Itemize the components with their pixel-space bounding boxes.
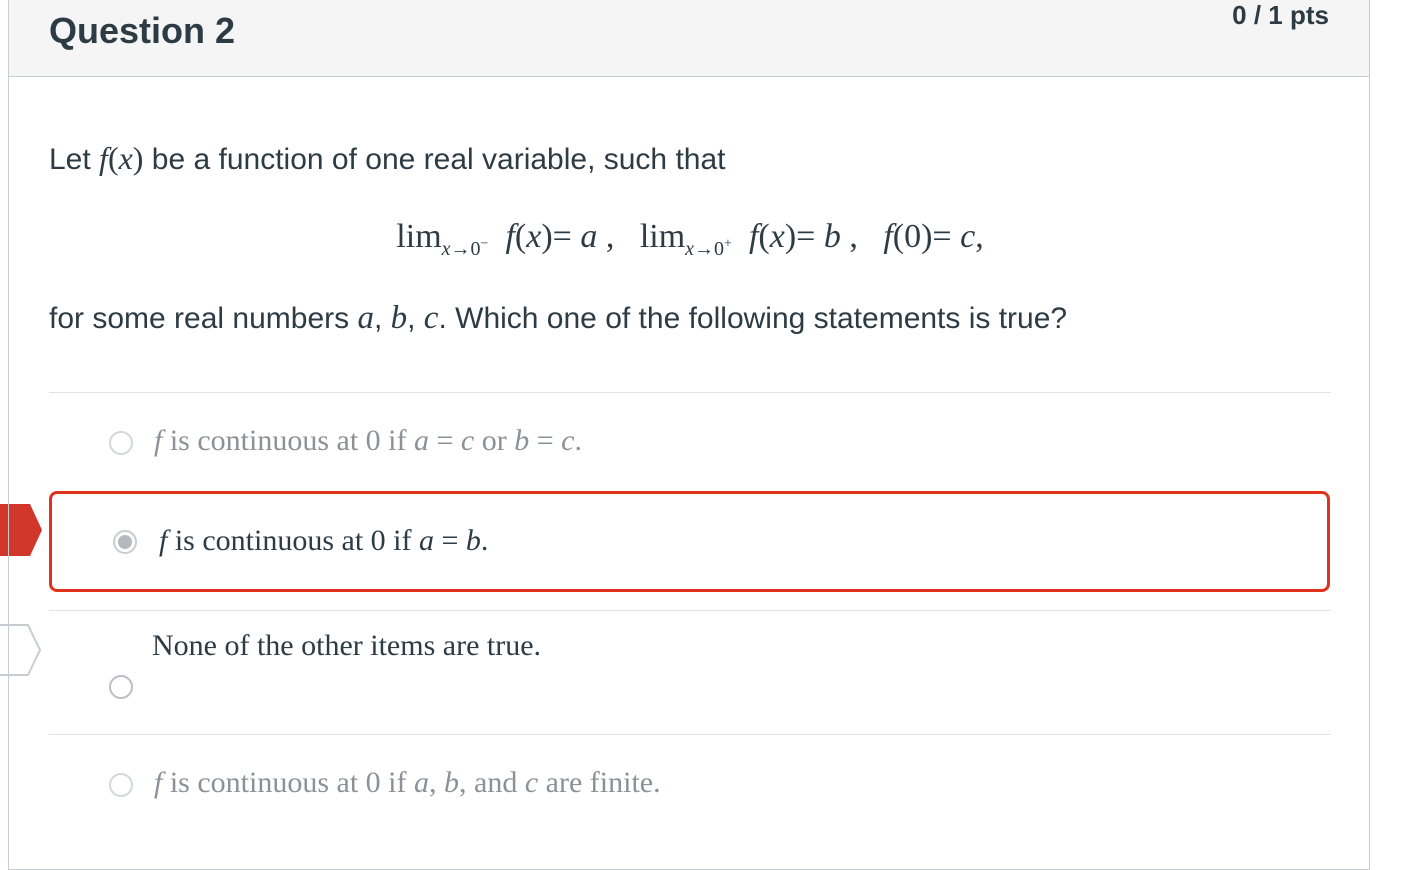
points-label: 0 / 1 pts xyxy=(1232,0,1329,30)
answer-2-label[interactable]: f is continuous at 0 if a = b. xyxy=(159,524,488,558)
question-stem-prompt: for some real numbers a, b, c. Which one… xyxy=(49,300,1068,336)
answer-2-radio[interactable] xyxy=(113,530,137,554)
question-stem-intro: Let f(x) be a function of one real varia… xyxy=(49,140,726,176)
answer-1-radio[interactable] xyxy=(109,431,133,455)
answer-4-label[interactable]: f is continuous at 0 if a, b, and c are … xyxy=(154,766,661,800)
question-stem-limits: limx→0− f(x)= a , limx→0+ f(x)= b , f(0)… xyxy=(396,218,984,260)
answer-4-radio[interactable] xyxy=(109,773,133,797)
answer-3-label[interactable]: None of the other items are true. xyxy=(152,629,541,663)
answer-divider xyxy=(49,610,1331,611)
question-title: Question 2 xyxy=(49,10,236,51)
question-card: Question 2 0 / 1 pts Let f(x) be a funct… xyxy=(8,0,1370,870)
answer-1-label[interactable]: f is continuous at 0 if a = c or b = c. xyxy=(154,424,582,458)
question-header: Question 2 0 / 1 pts xyxy=(9,0,1369,77)
answer-divider xyxy=(49,734,1331,735)
answer-3-radio[interactable] xyxy=(109,675,133,699)
answer-divider xyxy=(49,392,1331,393)
